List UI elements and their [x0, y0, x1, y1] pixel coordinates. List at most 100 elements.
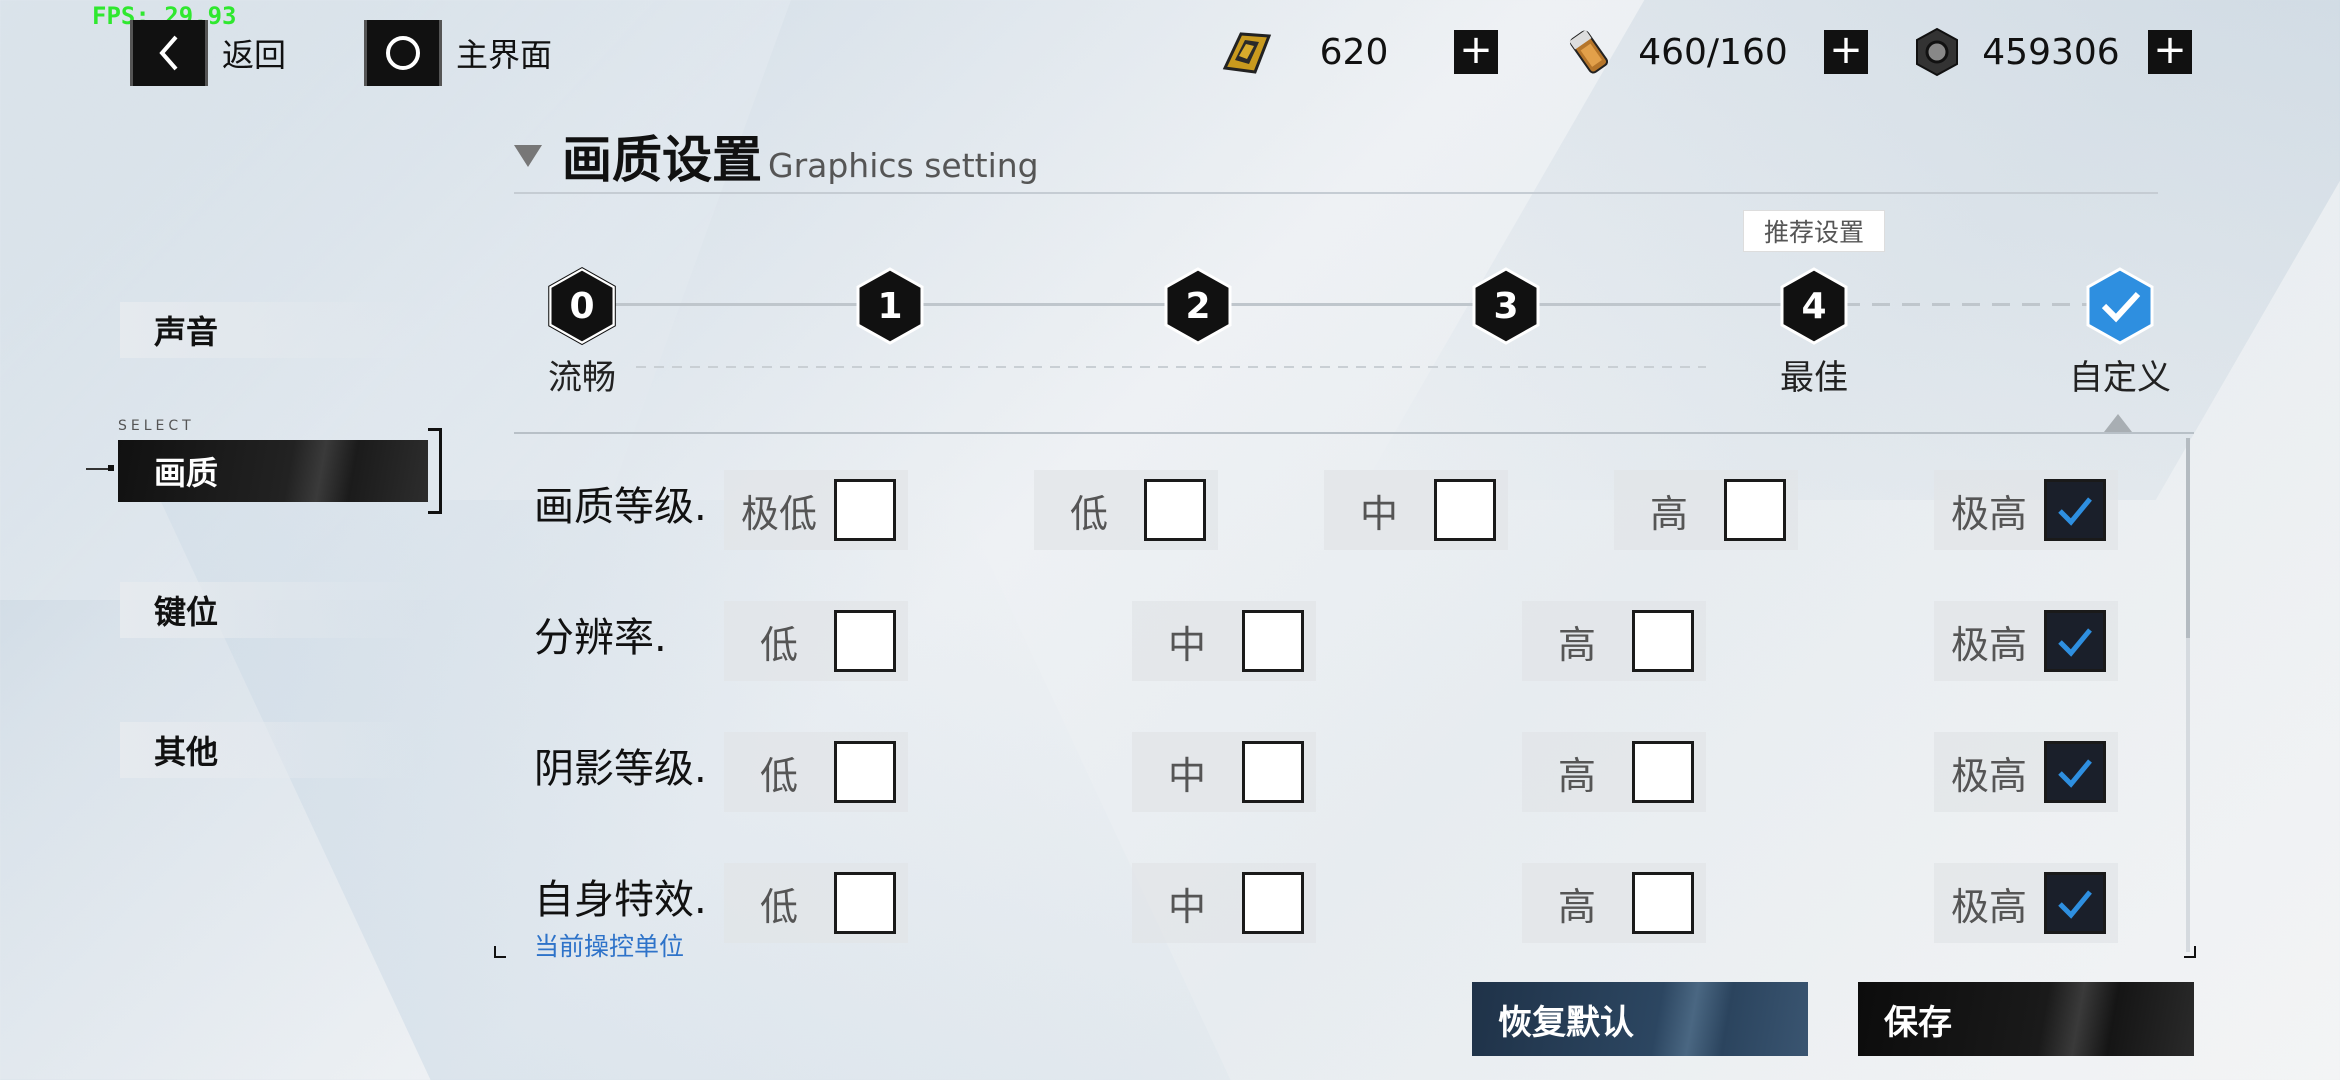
back-label: 返回 [222, 36, 287, 74]
sidebar-item-graphics[interactable]: 画质 [118, 440, 428, 502]
table-divider [514, 432, 2194, 434]
preset-1[interactable]: 1 [850, 266, 930, 346]
add-energy-button[interactable]: + [1824, 30, 1868, 74]
option-very-high[interactable]: 极高 [1934, 470, 2118, 550]
option-high[interactable]: 高 [1522, 863, 1706, 943]
option-low[interactable]: 低 [1034, 470, 1218, 550]
home-label: 主界面 [456, 36, 553, 74]
sidebar-item-keybinds[interactable]: 键位 [120, 582, 420, 638]
sidebar-item-sound[interactable]: 声音 [120, 302, 420, 358]
option-low[interactable]: 低 [724, 601, 908, 681]
preset-label-custom: 自定义 [2069, 358, 2171, 398]
header-divider [514, 192, 2158, 194]
checkbox[interactable] [1242, 610, 1304, 672]
panel-corner [2184, 946, 2196, 958]
option-medium[interactable]: 中 [1132, 732, 1316, 812]
checkbox[interactable] [834, 610, 896, 672]
selection-dot [108, 465, 114, 471]
checkbox-checked[interactable] [2044, 741, 2106, 803]
option-very-high[interactable]: 极高 [1934, 601, 2118, 681]
setting-subtitle: 当前操控单位 [534, 932, 685, 961]
preset-3[interactable]: 3 [1466, 266, 1546, 346]
checkbox[interactable] [1632, 872, 1694, 934]
option-medium[interactable]: 中 [1324, 470, 1508, 550]
circle-icon [364, 20, 442, 86]
resource-energy-value: 460/160 [1638, 31, 1788, 73]
option-high[interactable]: 高 [1522, 732, 1706, 812]
check-icon [2058, 759, 2092, 788]
option-high[interactable]: 高 [1522, 601, 1706, 681]
preset-label-0: 流畅 [548, 358, 616, 398]
preset-label-4: 最佳 [1780, 358, 1848, 398]
option-medium[interactable]: 中 [1132, 601, 1316, 681]
option-very-high[interactable]: 极高 [1934, 732, 2118, 812]
setting-row-resolution: 分辨率. 低 中 高 极高 [520, 579, 2190, 699]
option-very-low[interactable]: 极低 [724, 470, 908, 550]
option-high[interactable]: 高 [1614, 470, 1798, 550]
checkbox[interactable] [1632, 741, 1694, 803]
settings-list: 画质等级. 极低 低 中 高 极高 分辨率. 低 中 高 极高 阴影等级. 低 … [520, 440, 2190, 961]
home-button[interactable]: 主界面 [364, 20, 552, 86]
option-low[interactable]: 低 [724, 732, 908, 812]
gold-bar-icon [1218, 23, 1276, 81]
setting-name: 自身特效. [534, 877, 707, 923]
select-tag: SELECT [118, 418, 195, 434]
checkbox[interactable] [834, 872, 896, 934]
checkbox-checked[interactable] [2044, 872, 2106, 934]
add-gold-button[interactable]: + [1454, 30, 1498, 74]
preset-range-arrow [636, 366, 1706, 368]
recommend-tag: 推荐设置 [1743, 210, 1885, 252]
resource-nuts-value: 459306 [1982, 31, 2120, 73]
back-arrow-icon [130, 20, 208, 86]
add-nuts-button[interactable]: + [2148, 30, 2192, 74]
sidebar-item-label: 画质 [154, 454, 219, 492]
preset-track-dashed [1812, 303, 2112, 306]
save-button[interactable]: 保存 [1858, 982, 2194, 1056]
section-title: 画质设置 [562, 131, 762, 189]
setting-name: 画质等级. [534, 484, 707, 530]
reset-default-button[interactable]: 恢复默认 [1472, 982, 1808, 1056]
option-very-high[interactable]: 极高 [1934, 863, 2118, 943]
check-icon [2058, 890, 2092, 919]
checkbox[interactable] [1434, 479, 1496, 541]
hex-nut-icon [1908, 23, 1966, 81]
selected-pointer-icon [2104, 414, 2132, 432]
section-header: 画质设置 Graphics setting [514, 120, 1039, 192]
section-subtitle: Graphics setting [768, 146, 1039, 185]
check-icon [2058, 628, 2092, 657]
setting-row-quality: 画质等级. 极低 低 中 高 极高 [520, 448, 2190, 568]
preset-0[interactable]: 0 [542, 266, 622, 346]
checkbox[interactable] [834, 479, 896, 541]
checkbox[interactable] [1632, 610, 1694, 672]
setting-row-shadow: 阴影等级. 低 中 高 极高 [520, 710, 2190, 830]
back-button[interactable]: 返回 [130, 20, 286, 86]
resource-nuts: 459306 + [1908, 22, 2192, 82]
checkbox[interactable] [1242, 872, 1304, 934]
checkbox[interactable] [1724, 479, 1786, 541]
sidebar-item-label: 其他 [154, 733, 219, 771]
checkbox[interactable] [1242, 741, 1304, 803]
preset-2[interactable]: 2 [1158, 266, 1238, 346]
resource-energy: 460/160 + [1560, 22, 1868, 82]
sidebar-item-label: 声音 [154, 313, 219, 351]
setting-name: 阴影等级. [534, 746, 707, 792]
checkbox-checked[interactable] [2044, 479, 2106, 541]
option-medium[interactable]: 中 [1132, 863, 1316, 943]
check-hexagon-icon [2086, 267, 2154, 345]
preset-custom[interactable] [2080, 266, 2160, 346]
checkbox[interactable] [1144, 479, 1206, 541]
checkbox[interactable] [834, 741, 896, 803]
preset-4[interactable]: 4 [1774, 266, 1854, 346]
collapse-triangle-icon [514, 145, 542, 167]
option-low[interactable]: 低 [724, 863, 908, 943]
resource-gold-value: 620 [1319, 31, 1389, 73]
checkbox-checked[interactable] [2044, 610, 2106, 672]
panel-corner [494, 946, 506, 958]
sidebar-item-other[interactable]: 其他 [120, 722, 420, 778]
battery-can-icon [1560, 23, 1618, 81]
resource-gold: 620 + [1218, 22, 1498, 82]
selection-bracket [428, 428, 442, 514]
check-icon [2058, 497, 2092, 526]
setting-row-self-effects: 自身特效. 当前操控单位 低 中 高 极高 [520, 841, 2190, 961]
setting-name: 分辨率. [534, 615, 667, 661]
